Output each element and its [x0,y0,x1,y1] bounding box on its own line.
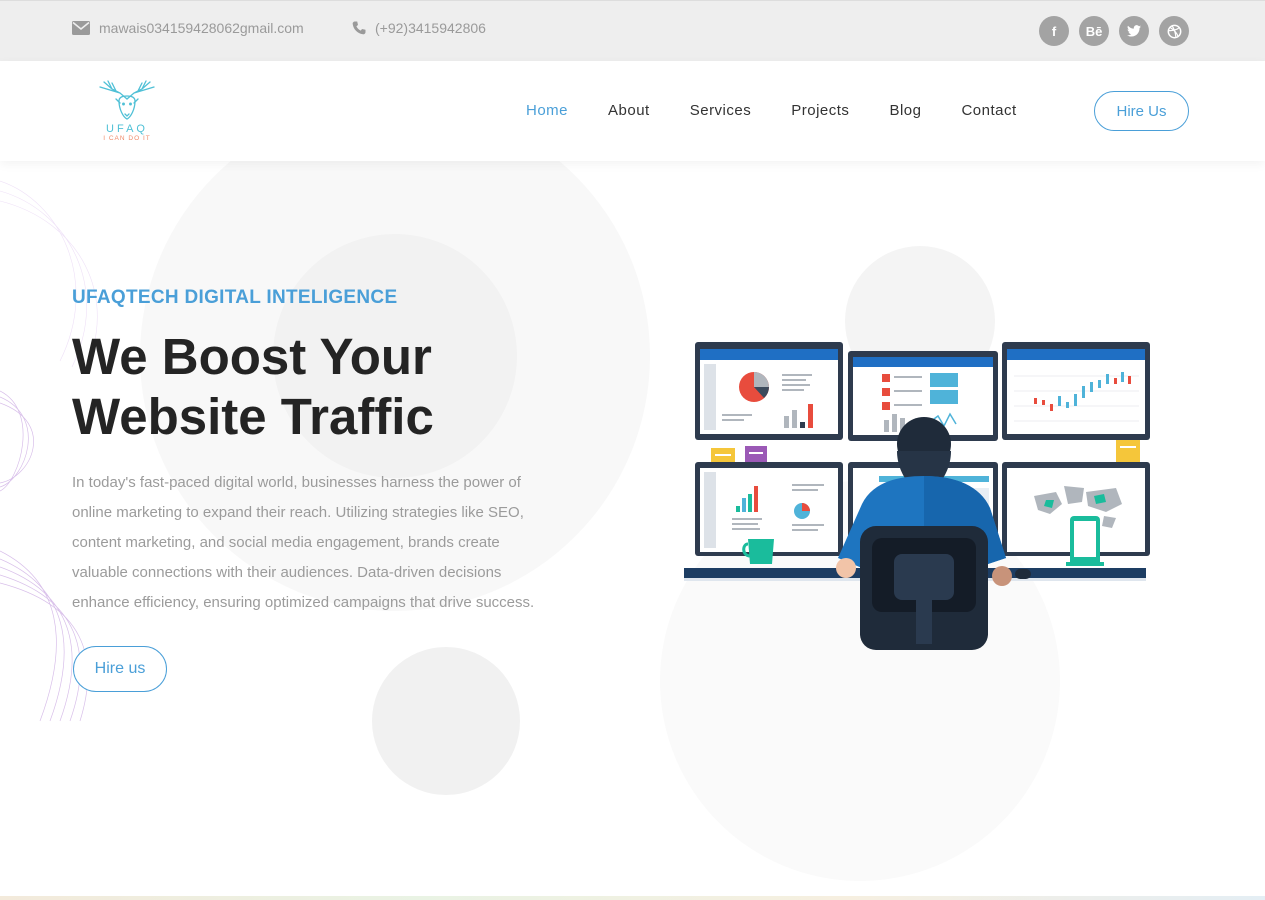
logo-tagline: I CAN DO IT [103,135,151,142]
phone-contact[interactable]: (+92)3415942806 [352,20,486,36]
dribbble-icon[interactable] [1159,16,1189,46]
twitter-icon[interactable] [1119,16,1149,46]
email-contact[interactable]: mawais034159428062gmail.com [72,20,304,36]
social-links: f Bē [1039,16,1189,46]
hero-headline: We Boost Your Website Traffic [72,327,592,447]
hero-section: UFAQTECH DIGITAL INTELIGENCE We Boost Yo… [0,161,1265,900]
envelope-icon [72,21,90,35]
email-text[interactable]: mawais034159428062gmail.com [99,20,304,36]
logo-wordmark: UFAQ [106,123,148,135]
nav-services[interactable]: Services [690,102,752,119]
main-nav: Home About Services Projects Blog Contac… [526,102,1057,119]
headline-line-1: We Boost Your [72,328,432,385]
page-bottom-strip [0,896,1265,900]
hire-us-hero-button[interactable]: Hire us [73,646,167,692]
headline-line-2: Website Traffic [72,388,434,445]
phone-text[interactable]: (+92)3415942806 [375,20,486,36]
nav-about[interactable]: About [608,102,650,119]
hero-description: In today's fast-paced digital world, bus… [72,474,535,611]
facebook-icon[interactable]: f [1039,16,1069,46]
hire-us-button[interactable]: Hire Us [1094,91,1189,131]
nav-home[interactable]: Home [526,102,568,119]
deer-logo-icon [99,80,155,120]
analytics-workstation-illustration [684,342,1150,650]
phone-icon [352,21,366,35]
hero-eyebrow: UFAQTECH DIGITAL INTELIGENCE [72,287,398,308]
site-header: UFAQ I CAN DO IT Home About Services Pro… [0,61,1265,161]
site-logo[interactable]: UFAQ I CAN DO IT [94,79,160,143]
top-bar: mawais034159428062gmail.com (+92)3415942… [0,0,1265,61]
nav-contact[interactable]: Contact [961,102,1016,119]
nav-blog[interactable]: Blog [889,102,921,119]
nav-projects[interactable]: Projects [791,102,849,119]
behance-icon[interactable]: Bē [1079,16,1109,46]
